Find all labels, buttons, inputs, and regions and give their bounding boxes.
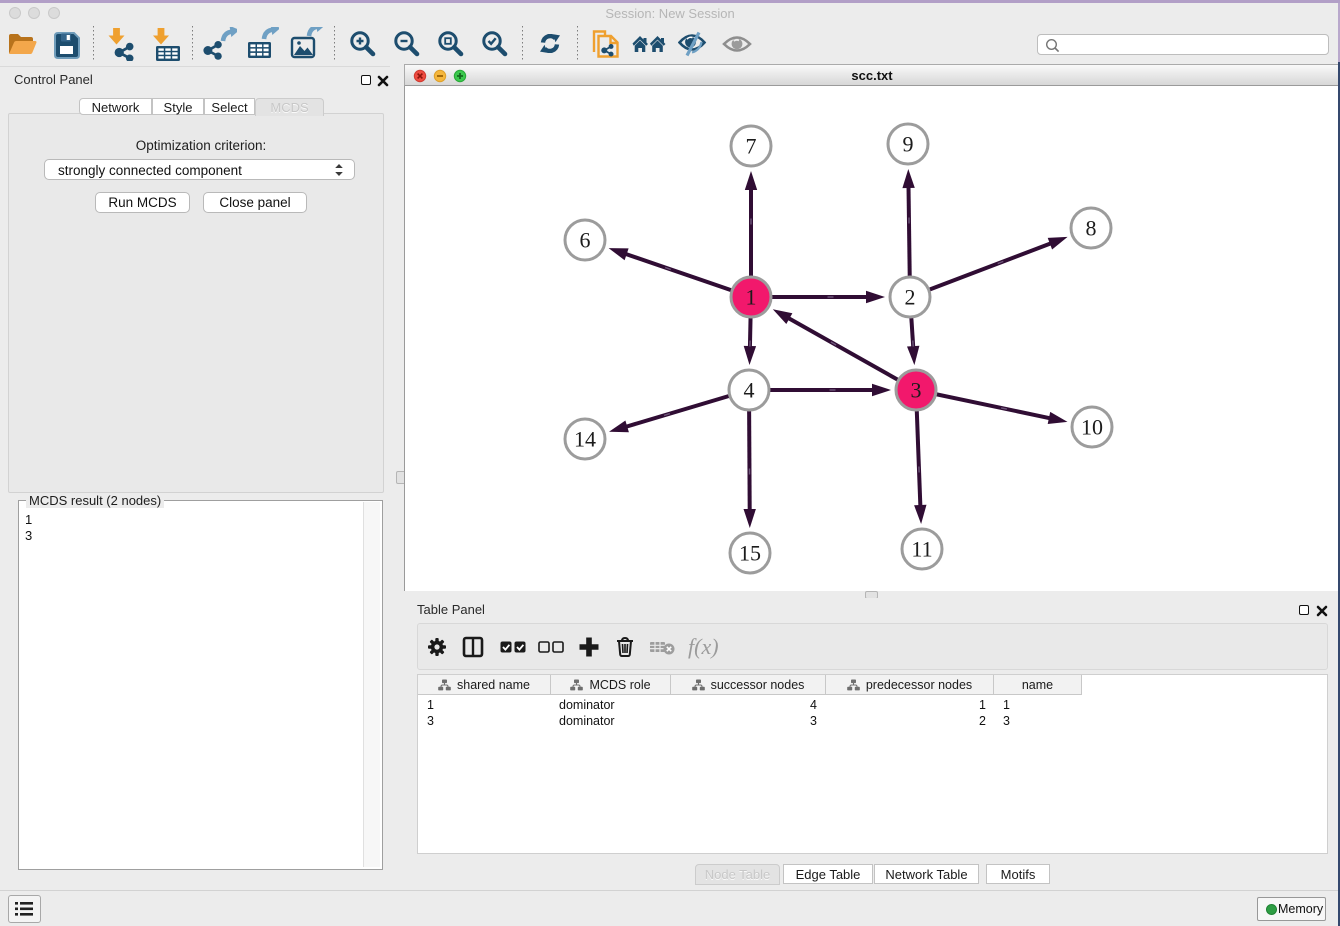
svg-text:15: 15 [739,541,761,566]
svg-text:8: 8 [1086,216,1097,241]
svg-text:4: 4 [744,378,755,403]
svg-text:3: 3 [911,378,922,403]
svg-text:10: 10 [1081,415,1103,440]
svg-text:14: 14 [574,427,596,452]
svg-text:6: 6 [580,228,591,253]
svg-text:1: 1 [746,285,757,310]
svg-text:9: 9 [903,132,914,157]
svg-text:7: 7 [746,134,757,159]
svg-text:2: 2 [905,285,916,310]
svg-text:11: 11 [911,537,932,562]
